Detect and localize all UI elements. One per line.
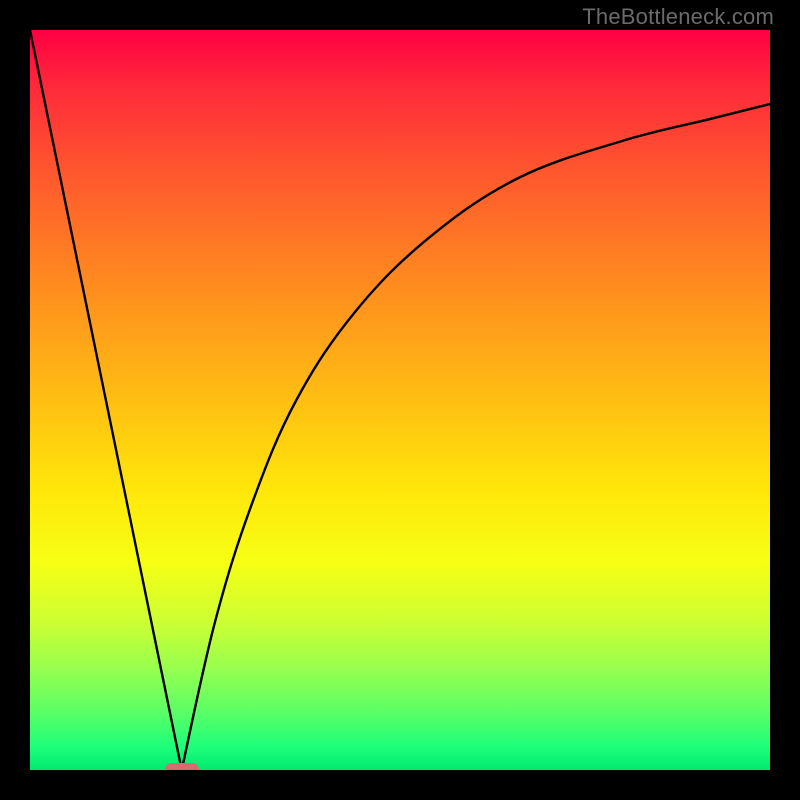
curve-layer xyxy=(30,30,770,770)
chart-frame: TheBottleneck.com xyxy=(0,0,800,800)
bottleneck-curve xyxy=(30,30,770,770)
plot-area xyxy=(30,30,770,770)
optimal-marker xyxy=(165,763,199,770)
watermark-text: TheBottleneck.com xyxy=(582,4,774,30)
